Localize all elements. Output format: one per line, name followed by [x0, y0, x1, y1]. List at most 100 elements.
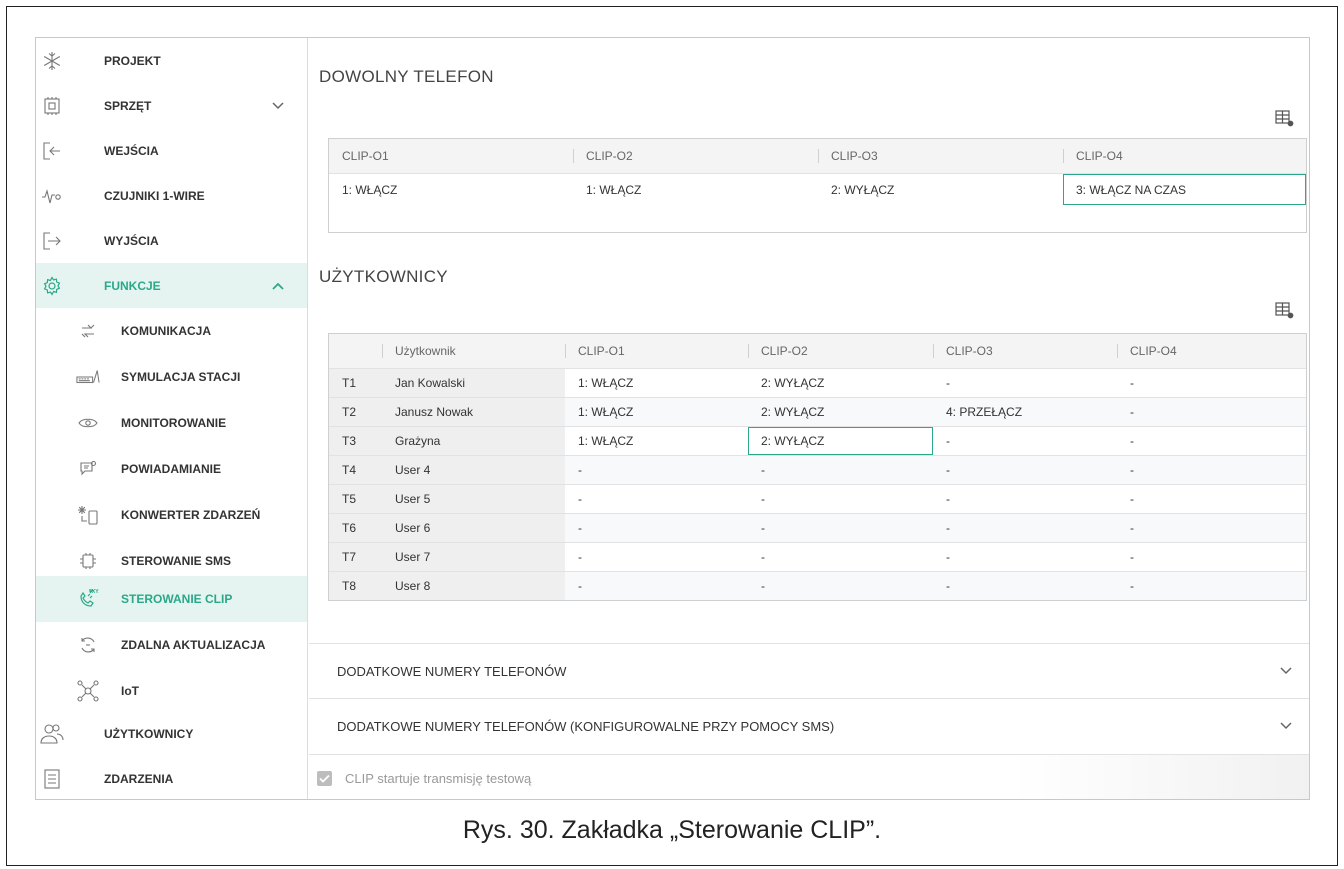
- table-cell[interactable]: -: [933, 572, 1117, 600]
- table-cell[interactable]: -: [1117, 456, 1306, 484]
- table-cell[interactable]: 1: WŁĄCZ: [565, 398, 748, 426]
- sidebar-item-aktualizacja[interactable]: ZDALNA AKTUALIZACJA: [36, 622, 307, 668]
- user-name-cell: User 8: [382, 572, 565, 600]
- table-cell[interactable]: -: [933, 369, 1117, 397]
- sidebar-item-symulacja[interactable]: SYMULACJA STACJI: [36, 354, 307, 400]
- table-cell[interactable]: -: [748, 543, 933, 571]
- column-header: CLIP-O3: [818, 139, 1063, 173]
- table-cell[interactable]: -: [1117, 427, 1306, 455]
- sidebar-item-konwerter[interactable]: KONWERTER ZDARZEŃ: [36, 492, 307, 538]
- table-cell[interactable]: -: [933, 456, 1117, 484]
- accordion-additional-numbers[interactable]: DODATKOWE NUMERY TELEFONÓW: [309, 643, 1309, 698]
- sidebar-item-label: STEROWANIE SMS: [121, 554, 232, 568]
- gear-icon: [40, 274, 64, 298]
- sidebar-item-komunikacja[interactable]: KOMUNIKACJA: [36, 308, 307, 354]
- sidebar-item-label: KONWERTER ZDARZEŃ: [121, 508, 261, 522]
- sidebar-item-clip[interactable]: +XYZ STEROWANIE CLIP: [36, 576, 307, 622]
- table-cell[interactable]: 2: WYŁĄCZ: [818, 174, 1063, 205]
- table-cell[interactable]: -: [748, 514, 933, 542]
- chevron-up-icon[interactable]: [271, 279, 285, 293]
- eye-icon: [76, 411, 100, 435]
- row-id-cell: T3: [329, 427, 382, 455]
- table-cell[interactable]: -: [933, 485, 1117, 513]
- table-cell[interactable]: -: [933, 543, 1117, 571]
- table-cell-selected[interactable]: 3: WŁĄCZ NA CZAS: [1063, 174, 1306, 205]
- table-cell[interactable]: 1: WŁĄCZ: [573, 174, 818, 205]
- table-cell[interactable]: -: [565, 485, 748, 513]
- table-row: T1 Jan Kowalski 1: WŁĄCZ 2: WYŁĄCZ - -: [329, 368, 1306, 397]
- table-settings-icon[interactable]: [1275, 302, 1295, 320]
- accordion-additional-numbers-sms[interactable]: DODATKOWE NUMERY TELEFONÓW (KONFIGUROWAL…: [309, 698, 1309, 753]
- snowflake-icon: [40, 49, 64, 73]
- column-header: CLIP-O3: [933, 334, 1117, 368]
- sensor-icon: [40, 184, 64, 208]
- table-cell[interactable]: -: [1117, 369, 1306, 397]
- arrows-icon: [76, 319, 100, 343]
- notification-icon: [76, 457, 100, 481]
- sidebar-item-wejscia[interactable]: WEJŚCIA: [36, 128, 307, 173]
- table-cell[interactable]: -: [748, 485, 933, 513]
- table-settings-icon[interactable]: [1275, 110, 1295, 128]
- table-cell[interactable]: -: [1117, 485, 1306, 513]
- section-title-any-phone: DOWOLNY TELEFON: [319, 67, 494, 86]
- table-cell[interactable]: 2: WYŁĄCZ: [748, 427, 933, 455]
- table-cell[interactable]: -: [933, 427, 1117, 455]
- table-cell[interactable]: -: [1117, 514, 1306, 542]
- sidebar-item-czujniki[interactable]: CZUJNIKI 1-WIRE: [36, 173, 307, 218]
- column-header: CLIP-O2: [748, 334, 933, 368]
- table-cell[interactable]: -: [565, 572, 748, 600]
- table-row: 1: WŁĄCZ 1: WŁĄCZ 2: WYŁĄCZ 3: WŁĄCZ NA …: [329, 173, 1306, 205]
- input-icon: [40, 139, 64, 163]
- table-cell[interactable]: -: [565, 543, 748, 571]
- table-cell[interactable]: -: [748, 456, 933, 484]
- sidebar-item-iot[interactable]: IoT: [36, 668, 307, 714]
- table-cell[interactable]: -: [1117, 543, 1306, 571]
- sidebar: PROJEKT SPRZĘT WEJŚCIA CZUJNIKI 1-WIRE W…: [36, 38, 308, 799]
- chevron-down-icon[interactable]: [271, 99, 285, 113]
- sidebar-item-label: SYMULACJA STACJI: [121, 370, 241, 384]
- sidebar-item-label: STEROWANIE CLIP: [121, 592, 233, 606]
- table-cell[interactable]: -: [933, 514, 1117, 542]
- sidebar-item-funkcje[interactable]: FUNKCJE: [36, 263, 307, 308]
- table-cell[interactable]: -: [565, 514, 748, 542]
- column-header: CLIP-O4: [1117, 334, 1306, 368]
- sidebar-item-projekt[interactable]: PROJEKT: [36, 38, 307, 83]
- user-name-cell: User 7: [382, 543, 565, 571]
- table-cell[interactable]: 1: WŁĄCZ: [565, 369, 748, 397]
- table-cell[interactable]: -: [748, 572, 933, 600]
- table-cell[interactable]: -: [565, 456, 748, 484]
- user-name-cell: Janusz Nowak: [382, 398, 565, 426]
- user-name-cell: Jan Kowalski: [382, 369, 565, 397]
- update-icon: [76, 633, 100, 657]
- main-panel: DOWOLNY TELEFON CLIP-O1 CLIP-O2 CLIP-O3 …: [309, 38, 1309, 799]
- user-name-cell: User 5: [382, 485, 565, 513]
- sidebar-item-zdarzenia[interactable]: ZDARZENIA: [36, 756, 307, 799]
- table-row: T8 User 8----: [329, 571, 1306, 600]
- sidebar-item-powiadamianie[interactable]: POWIADAMIANIE: [36, 446, 307, 492]
- table-cell[interactable]: -: [1117, 398, 1306, 426]
- test-transmission-row: CLIP startuje transmisję testową: [309, 754, 1309, 799]
- sidebar-item-sprzet[interactable]: SPRZĘT: [36, 83, 307, 128]
- sidebar-item-label: WEJŚCIA: [104, 143, 159, 158]
- table-cell[interactable]: 2: WYŁĄCZ: [748, 369, 933, 397]
- table-cell[interactable]: 4: PRZEŁĄCZ: [933, 398, 1117, 426]
- accordion-label: DODATKOWE NUMERY TELEFONÓW (KONFIGUROWAL…: [337, 718, 835, 734]
- chip-icon: [40, 94, 64, 118]
- sidebar-item-label: UŻYTKOWNICY: [104, 726, 194, 741]
- sidebar-item-label: IoT: [121, 684, 139, 698]
- table-cell[interactable]: 1: WŁĄCZ: [565, 427, 748, 455]
- table-cell[interactable]: 2: WYŁĄCZ: [748, 398, 933, 426]
- sidebar-item-monitorowanie[interactable]: MONITOROWANIE: [36, 400, 307, 446]
- test-transmission-checkbox[interactable]: [317, 770, 332, 786]
- row-id-cell: T4: [329, 456, 382, 484]
- column-header: CLIP-O2: [573, 139, 818, 173]
- table-cell[interactable]: 1: WŁĄCZ: [329, 174, 573, 205]
- sms-icon: [76, 549, 100, 573]
- sidebar-item-uzytkownicy[interactable]: UŻYTKOWNICY: [36, 711, 307, 756]
- sidebar-item-label: PROJEKT: [104, 53, 161, 68]
- sidebar-item-label: SPRZĘT: [104, 98, 152, 113]
- sidebar-item-wyjscia[interactable]: WYJŚCIA: [36, 218, 307, 263]
- table-row: T4 User 4----: [329, 455, 1306, 484]
- column-header: Użytkownik: [382, 334, 565, 368]
- table-cell[interactable]: -: [1117, 572, 1306, 600]
